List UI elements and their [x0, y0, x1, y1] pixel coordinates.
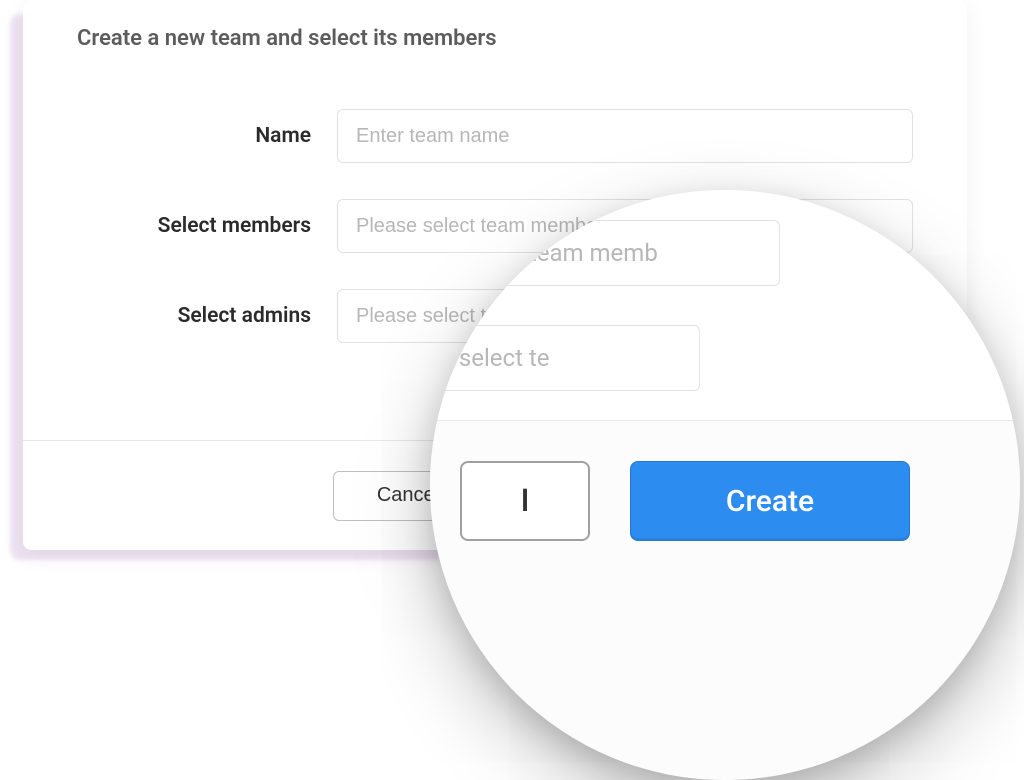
magnified-members-placeholder: Please select team memb: [430, 239, 658, 267]
magnified-cancel-button[interactable]: l: [460, 461, 590, 541]
name-input-wrap: [337, 109, 913, 163]
magnified-create-button[interactable]: Create: [630, 461, 910, 541]
admins-label: Select admins: [77, 304, 337, 328]
modal-title: Create a new team and select its members: [77, 26, 913, 51]
name-label: Name: [77, 124, 337, 148]
team-name-input[interactable]: [337, 109, 913, 163]
form-row-name: Name: [77, 109, 913, 163]
members-label: Select members: [77, 214, 337, 238]
magnified-cancel-label: l: [521, 484, 529, 519]
magnify-lens: Please select team memb Please select te…: [430, 190, 1020, 780]
magnified-members-input: Please select team memb: [430, 220, 780, 286]
magnify-content: Please select team memb Please select te…: [430, 190, 1020, 780]
magnified-create-label: Create: [726, 484, 814, 519]
magnified-admins-input: Please select te: [430, 325, 700, 391]
magnified-admins-placeholder: Please select te: [430, 344, 549, 372]
modal-header: Create a new team and select its members: [23, 0, 967, 61]
